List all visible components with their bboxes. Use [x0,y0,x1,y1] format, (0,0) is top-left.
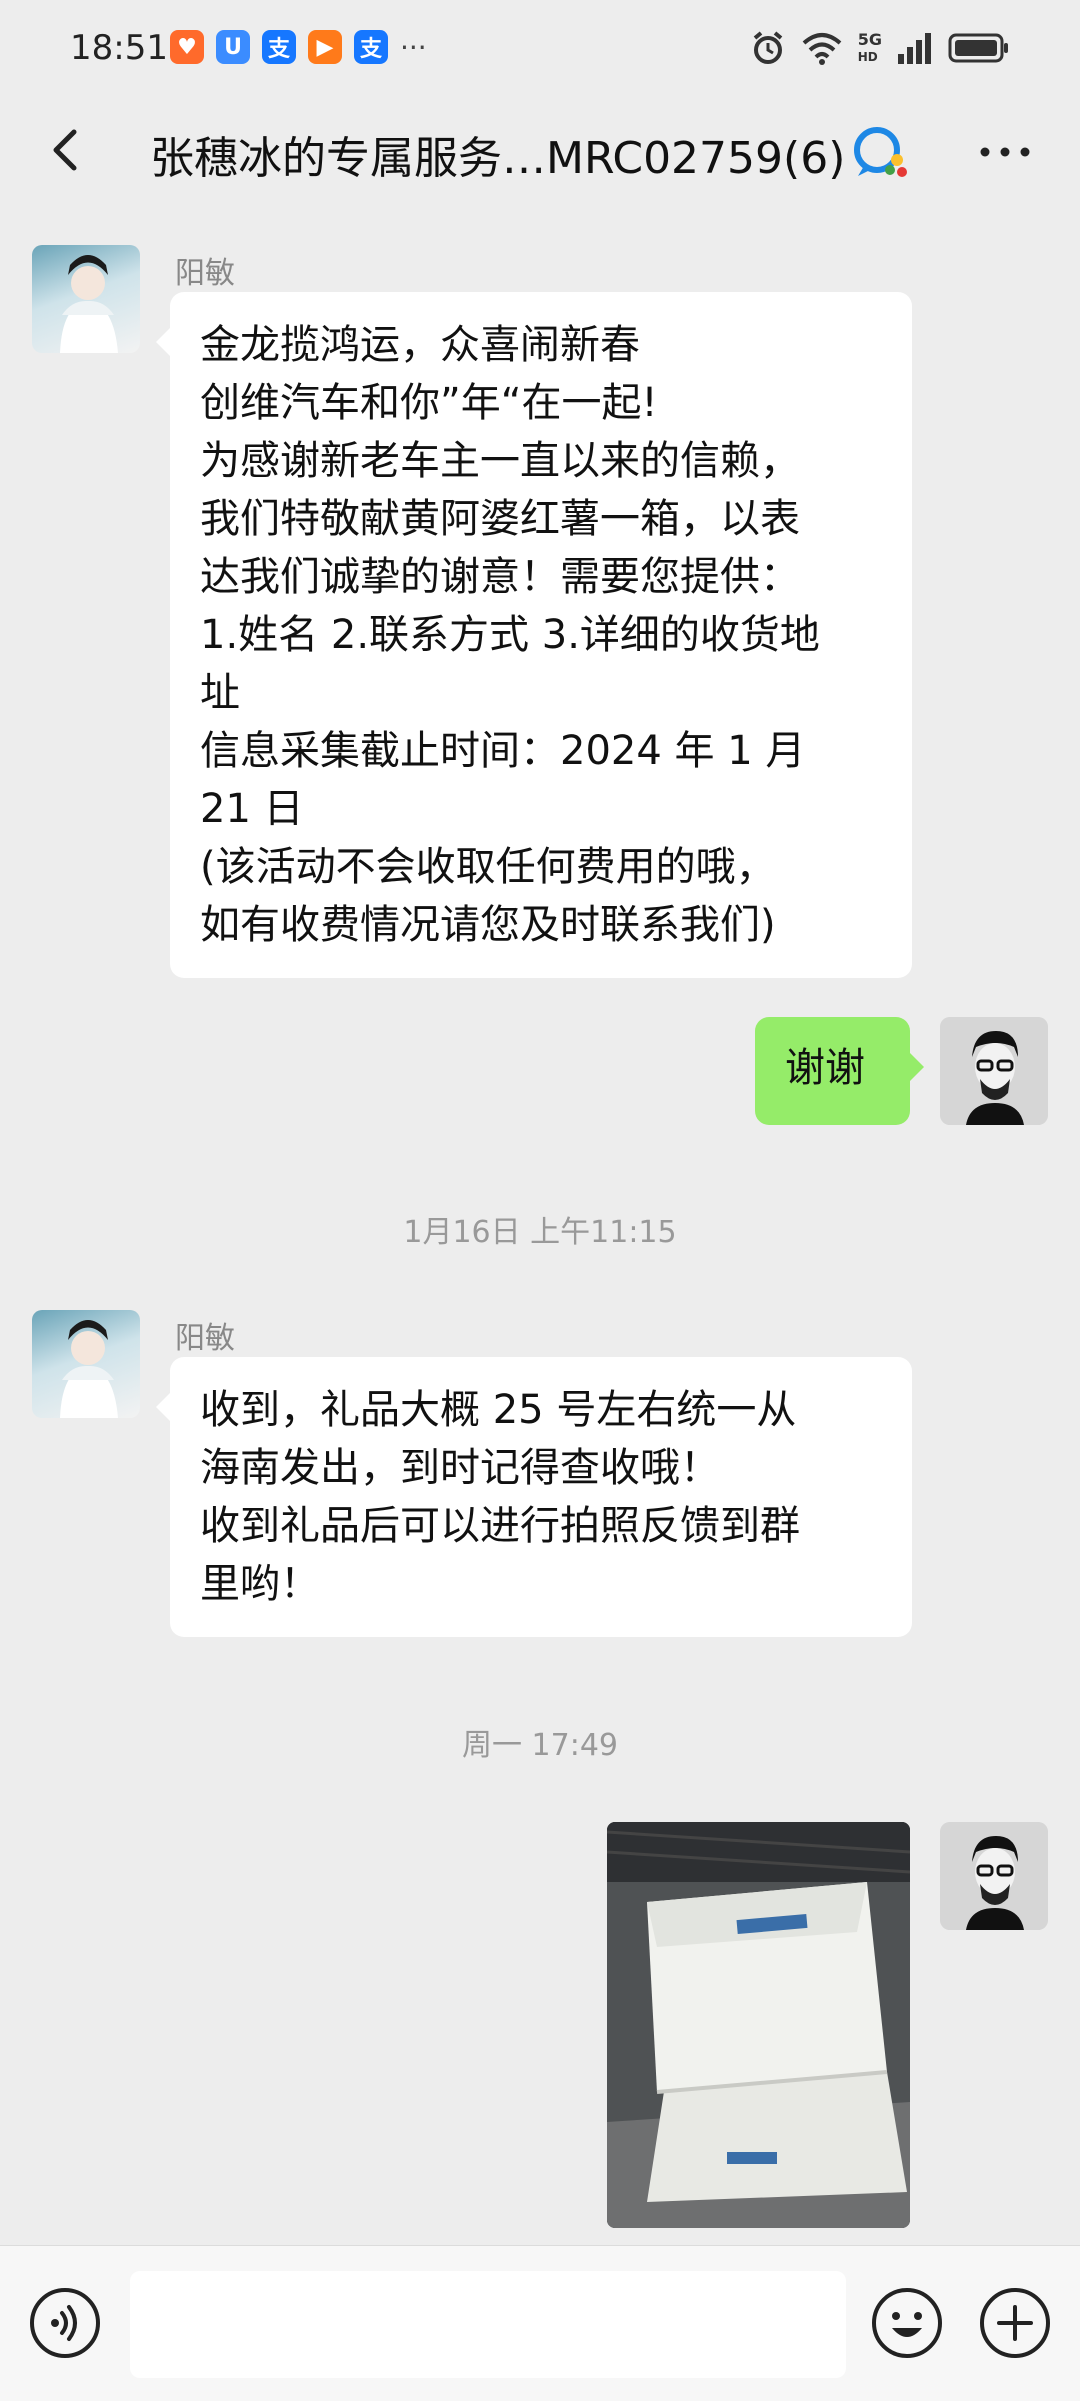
chat-title[interactable]: 张穗冰的专属服务…MRC02759(6) [150,122,845,186]
avatar-image [60,255,118,353]
self-message-bubble[interactable]: 谢谢 [755,1017,924,1125]
back-arrow-icon[interactable] [40,122,96,178]
enterprise-contact-icon [854,127,907,177]
taobao-icon: ♥ [170,30,204,64]
message-line: 里哟！ [200,1561,320,1607]
notification-icons: ♥ U 支 ▶ 支 ··· [170,30,427,64]
message-line: 收到，礼品大概 25 号左右统一从 [200,1387,797,1433]
message-line: 海南发出，到时记得查收哦！ [200,1445,720,1491]
message-line: 1.姓名 2.联系方式 3.详细的收货地 [200,612,820,658]
sender-avatar[interactable] [32,1310,140,1418]
message-line: 21 日 [200,786,304,832]
chat-header: 张穗冰的专属服务…MRC02759(6) [0,100,1080,200]
message-input[interactable] [130,2271,846,2378]
message-line: 如有收费情况请您及时联系我们) [200,902,776,948]
system-status-icons: 5G HD [750,30,1010,66]
message-bubble[interactable]: 金龙揽鸿运，众喜闹新春 创维汽车和你”年“在一起! 为感谢新老车主一直以来的信赖… [156,292,912,978]
video-icon: ▶ [308,30,342,64]
sender-avatar[interactable] [32,245,140,353]
network-label: 5G HD [857,29,882,64]
more-options-icon[interactable] [975,122,1035,182]
photo-image [607,1822,910,2228]
self-avatar[interactable] [940,1822,1048,1930]
message-line: 金龙揽鸿运，众喜闹新春 [200,322,640,368]
status-time: 18:51 [70,28,168,68]
message-line: (该活动不会收取任何费用的哦， [200,844,776,890]
chat-timestamp: 1月16日 上午11:15 [403,1215,677,1250]
more-notifications-icon: ··· [400,30,427,64]
message-bubble[interactable]: 收到，礼品大概 25 号左右统一从 海南发出，到时记得查收哦！ 收到礼品后可以进… [156,1357,912,1637]
avatar-image [60,1320,118,1418]
battery-icon [948,33,1008,63]
message-line: 收到礼品后可以进行拍照反馈到群 [200,1503,800,1549]
emoji-icon[interactable] [870,2286,944,2360]
message-line: 达我们诚挚的谢意！需要您提供： [200,554,800,600]
voice-input-icon[interactable] [28,2286,102,2360]
avatar-image [940,1017,1048,1125]
message-text: 谢谢 [785,1045,865,1091]
photo-message[interactable] [607,1822,910,2228]
plus-icon[interactable] [978,2286,1052,2360]
status-bar: 18:51 ♥ U 支 ▶ 支 ··· 5G HD [0,0,1080,100]
signal-icon [898,33,931,64]
self-avatar[interactable] [940,1017,1048,1125]
input-bar [0,2245,1080,2401]
alarm-icon [753,31,783,64]
message-line: 信息采集截止时间：2024 年 1 月 [200,728,806,774]
message-line: 址 [200,670,240,716]
message-line: 我们特敬献黄阿婆红薯一箱，以表 [200,496,800,542]
avatar-image [940,1822,1048,1930]
sender-name: 阳敏 [175,1321,235,1356]
alipay-icon: 支 [262,30,296,64]
alipay-icon: 支 [354,30,388,64]
message-line: 为感谢新老车主一直以来的信赖， [200,438,800,484]
message-line: 创维汽车和你”年“在一起! [200,380,658,426]
ubox-icon: U [216,30,250,64]
sender-name: 阳敏 [175,256,235,291]
chat-timestamp: 周一 17:49 [462,1728,618,1763]
wifi-icon [802,33,842,65]
